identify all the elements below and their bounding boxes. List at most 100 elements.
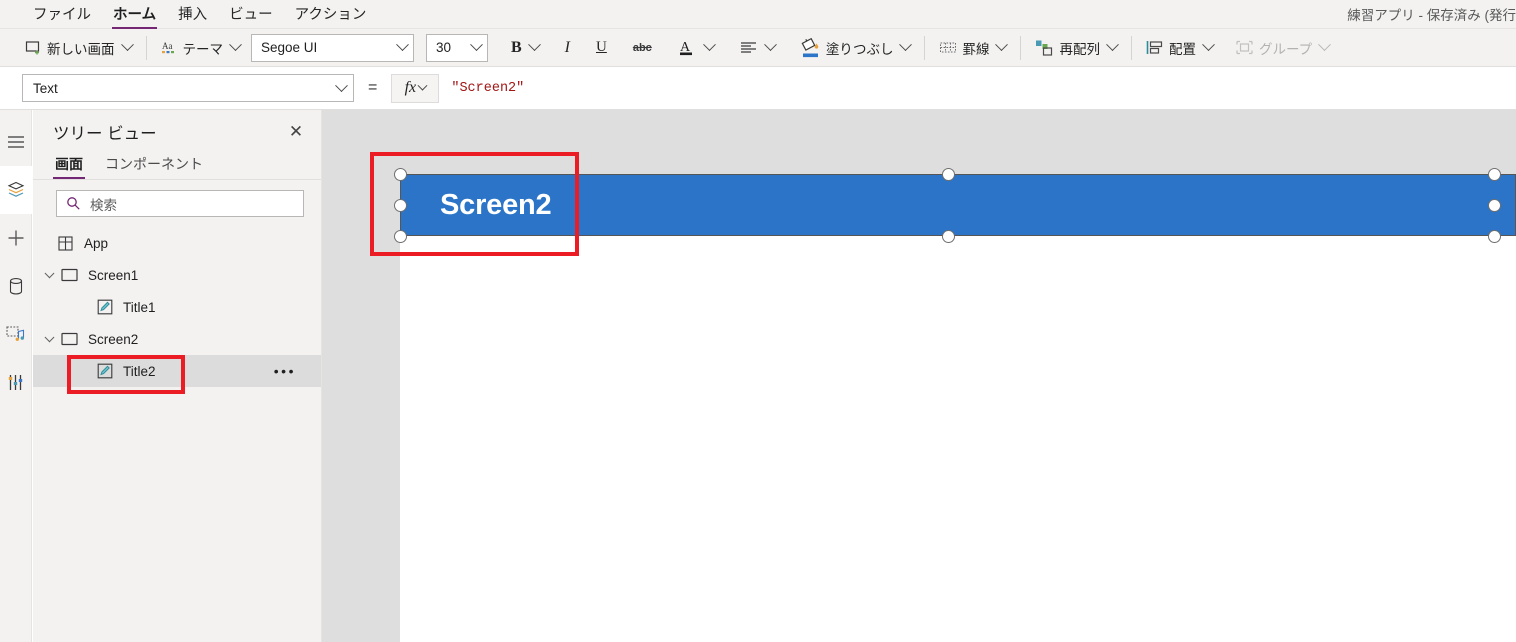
power-apps-studio-window: ファイル ホーム 挿入 ビュー アクション 練習アプリ - 保存済み (発行 新…: [0, 0, 1516, 642]
tree-node-screen2[interactable]: Screen2: [33, 323, 321, 355]
strikethrough-icon: abc: [632, 41, 652, 54]
resize-handle-middle-right[interactable]: [1487, 198, 1501, 212]
title-label-text: Screen2: [440, 188, 552, 221]
tab-label: コンポーネント: [105, 156, 203, 172]
app-save-status: 練習アプリ - 保存済み (発行: [1347, 8, 1516, 23]
tree-node-app[interactable]: App: [33, 227, 321, 259]
underline-icon: U: [596, 39, 607, 55]
menu-item-label: アクション: [294, 6, 367, 23]
group-button[interactable]: グループ: [1228, 34, 1336, 62]
font-size-select[interactable]: 30: [426, 33, 488, 62]
tree-node-label: App: [84, 235, 109, 251]
tree-view-panel: ツリー ビュー ✕ 画面 コンポーネント 検索 App Screen1 Titl…: [33, 110, 322, 642]
chevron-down-icon: [527, 38, 541, 52]
insert-plus-icon: [7, 229, 25, 247]
align-objects-label: 配置: [1168, 41, 1196, 57]
resize-handle-top-right[interactable]: [1487, 167, 1501, 181]
advanced-tools-button[interactable]: [0, 358, 32, 406]
hamburger-menu-icon: [7, 135, 25, 149]
equals-sign: =: [368, 79, 378, 96]
border-button[interactable]: 罫線: [932, 34, 1013, 62]
chevron-down-icon: [899, 38, 913, 52]
tree-node-title2[interactable]: Title2 •••: [33, 355, 321, 387]
menu-item-list: ファイル ホーム 挿入 ビュー アクション: [22, 0, 377, 30]
property-select[interactable]: Text: [22, 74, 354, 102]
rearrange-button[interactable]: 再配列: [1028, 34, 1124, 62]
font-name-value: Segoe UI: [261, 40, 318, 55]
resize-handle-bottom-left[interactable]: [393, 229, 407, 243]
tree-view-title: ツリー ビュー: [53, 125, 157, 143]
tree-view-button[interactable]: [0, 166, 32, 214]
media-button[interactable]: [0, 310, 32, 358]
search-container: 検索: [33, 180, 321, 225]
new-screen-button[interactable]: 新しい画面: [18, 34, 139, 62]
resize-handle-top-center[interactable]: [941, 167, 955, 181]
menu-item-label: ホーム: [113, 6, 157, 23]
new-screen-icon: [25, 39, 42, 56]
bold-icon: B: [511, 38, 522, 56]
bold-button[interactable]: B: [504, 34, 546, 62]
align-objects-button[interactable]: 配置: [1139, 34, 1220, 62]
tree-node-title1[interactable]: Title1: [33, 291, 321, 323]
tree-view-header: ツリー ビュー ✕: [33, 110, 321, 154]
theme-button[interactable]: Aa テーマ: [154, 34, 248, 62]
ribbon-divider: [924, 35, 926, 60]
strikethrough-button[interactable]: abc: [626, 34, 659, 62]
group-icon: [1235, 39, 1254, 56]
resize-handle-bottom-right[interactable]: [1487, 229, 1501, 243]
chevron-down-icon: [1318, 38, 1332, 52]
new-screen-label: 新しい画面: [47, 41, 115, 57]
chevron-expand-icon[interactable]: [41, 267, 57, 279]
chevron-expand-icon[interactable]: [41, 331, 57, 343]
tab-components[interactable]: コンポーネント: [103, 154, 205, 179]
resize-handle-bottom-center[interactable]: [941, 229, 955, 243]
data-cylinder-icon: [8, 277, 24, 296]
rearrange-label: 再配列: [1059, 41, 1100, 57]
font-name-select[interactable]: Segoe UI: [251, 33, 414, 62]
underline-button[interactable]: U: [589, 34, 614, 62]
more-options-icon[interactable]: •••: [274, 364, 296, 378]
tree-node-label: Screen1: [88, 267, 139, 283]
resize-handle-top-left[interactable]: [393, 167, 407, 181]
formula-input[interactable]: "Screen2": [439, 73, 1516, 103]
title-label-control[interactable]: Screen2: [400, 174, 1516, 236]
menu-item-home[interactable]: ホーム: [102, 0, 167, 30]
italic-button[interactable]: I: [554, 34, 581, 62]
group-label: グループ: [1258, 41, 1313, 57]
fx-icon: fx: [404, 79, 417, 96]
left-icon-rail: [0, 110, 32, 642]
border-label: 罫線: [962, 41, 990, 57]
hamburger-menu-button[interactable]: [0, 118, 32, 166]
tree-node-list: App Screen1 Title1 Screen2 Title2 •••: [33, 225, 321, 387]
insert-button[interactable]: [0, 214, 32, 262]
text-align-button[interactable]: [733, 34, 782, 62]
chevron-down-icon: [1106, 38, 1119, 52]
search-input[interactable]: 検索: [56, 190, 304, 217]
formula-bar: Text = fx "Screen2": [0, 67, 1516, 110]
chevron-down-icon: [763, 38, 777, 52]
fill-button[interactable]: 塗りつぶし: [794, 34, 918, 62]
font-size-value: 30: [436, 40, 452, 55]
align-text-icon: [740, 40, 758, 56]
canvas-area[interactable]: Screen2: [322, 110, 1516, 642]
screen-surface[interactable]: [400, 174, 1516, 642]
menu-item-insert[interactable]: 挿入: [167, 0, 218, 30]
theme-label: テーマ: [182, 41, 224, 57]
menu-item-action[interactable]: アクション: [284, 0, 378, 30]
app-grid-icon: [56, 235, 75, 251]
menu-item-file[interactable]: ファイル: [22, 0, 102, 30]
fx-button[interactable]: fx: [391, 73, 440, 103]
tree-node-screen1[interactable]: Screen1: [33, 259, 321, 291]
screen-rect-icon: [60, 268, 79, 282]
close-icon[interactable]: ✕: [283, 119, 309, 145]
data-button[interactable]: [0, 262, 32, 310]
menu-item-view[interactable]: ビュー: [218, 0, 284, 30]
tab-screens[interactable]: 画面: [53, 154, 85, 179]
tree-node-label: Title2: [123, 363, 156, 379]
chevron-down-icon: [470, 38, 483, 52]
font-color-button[interactable]: A: [671, 34, 721, 62]
chevron-down-icon: [120, 38, 134, 52]
tree-node-label: Screen2: [88, 331, 139, 347]
resize-handle-middle-left[interactable]: [393, 198, 407, 212]
italic-icon: I: [564, 38, 570, 56]
